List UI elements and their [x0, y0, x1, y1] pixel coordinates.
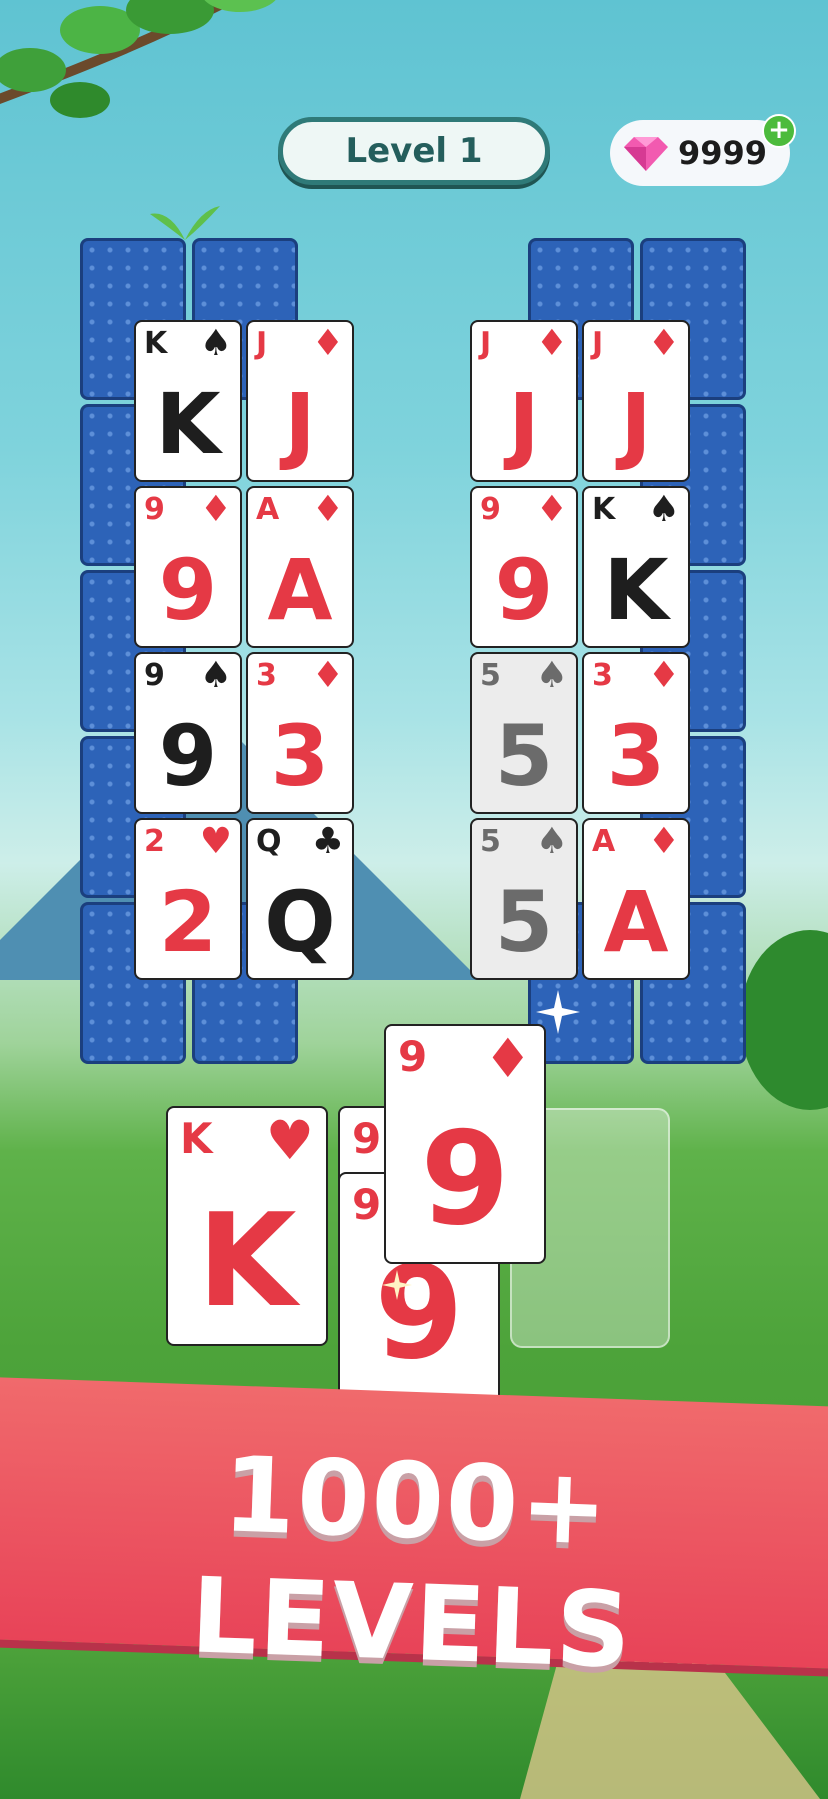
card-rank-large: 2 — [158, 873, 218, 971]
card-rank-large: Q — [264, 873, 336, 971]
card-rank: 3 — [592, 658, 613, 693]
sparkle-icon — [382, 1270, 412, 1300]
card-rank-large: K — [603, 541, 669, 639]
diamond-icon: ♦ — [199, 489, 232, 530]
card-rank-large: 9 — [494, 541, 554, 639]
card-rank: A — [256, 492, 280, 527]
sparkle-icon — [536, 990, 580, 1034]
playing-card[interactable]: 9 ♦ 9 — [134, 486, 242, 648]
spade-icon: ♠ — [647, 489, 680, 530]
diamond-icon: ♦ — [483, 1027, 532, 1090]
card-rank: 9 — [480, 492, 501, 527]
playing-card[interactable]: 2 ♥ 2 — [134, 818, 242, 980]
card-rank-large: 9 — [374, 1239, 464, 1388]
card-rank: 9 — [144, 658, 165, 693]
card-rank: 5 — [480, 658, 501, 693]
playing-card[interactable]: A ♦ A — [246, 486, 354, 648]
playing-card[interactable]: J ♦ J — [246, 320, 354, 482]
card-rank: K — [144, 326, 168, 361]
diamond-icon: ♦ — [647, 821, 680, 862]
card-rank: Q — [256, 824, 282, 859]
playing-card[interactable]: K ♠ K — [134, 320, 242, 482]
spade-icon: ♠ — [199, 655, 232, 696]
game-scene: Level 1 9999 + K ♠ K J ♦ J 9 ♦ 9 A ♦ A 9… — [0, 0, 828, 1799]
playing-card[interactable]: Q ♣ Q — [246, 818, 354, 980]
card-rank-large: 3 — [270, 707, 330, 805]
gem-count: 9999 — [678, 134, 768, 172]
playing-card[interactable]: 9 ♦ 9 — [470, 486, 578, 648]
card-rank: A — [592, 824, 616, 859]
gem-counter[interactable]: 9999 + — [610, 114, 796, 186]
card-rank: 5 — [480, 824, 501, 859]
card-rank: 9 — [352, 1114, 382, 1163]
card-rank: 2 — [144, 824, 165, 859]
stock-card[interactable]: K ♥ K — [166, 1106, 328, 1346]
card-rank-large: K — [155, 375, 221, 473]
spade-icon: ♠ — [535, 821, 568, 862]
level-label: Level 1 — [345, 131, 483, 171]
tree-scenery — [740, 930, 828, 1110]
playing-card[interactable]: J ♦ J — [470, 320, 578, 482]
card-rank-large: J — [284, 375, 316, 473]
add-gems-button[interactable]: + — [762, 114, 796, 148]
diamond-icon: ♦ — [647, 655, 680, 696]
diamond-icon: ♦ — [535, 489, 568, 530]
card-rank-large: 3 — [606, 707, 666, 805]
card-rank-large: J — [508, 375, 540, 473]
card-rank-large: J — [620, 375, 652, 473]
sprout-icon — [150, 206, 220, 240]
diamond-icon: ♦ — [647, 323, 680, 364]
card-rank-large: 9 — [158, 707, 218, 805]
playing-card[interactable]: K ♠ K — [582, 486, 690, 648]
card-rank: K — [592, 492, 616, 527]
card-rank: J — [480, 326, 492, 361]
card-rank: 9 — [398, 1032, 428, 1081]
playing-card[interactable]: J ♦ J — [582, 320, 690, 482]
card-rank-large: 5 — [494, 707, 554, 805]
card-rank-large: K — [197, 1187, 297, 1336]
playing-card[interactable]: 9 ♠ 9 — [134, 652, 242, 814]
club-icon: ♣ — [311, 821, 344, 862]
playing-card[interactable]: A ♦ A — [582, 818, 690, 980]
moving-card[interactable]: 9 ♦ 9 — [384, 1024, 546, 1264]
card-rank-large: 9 — [158, 541, 218, 639]
heart-icon: ♥ — [199, 821, 232, 862]
banner-text: 1000+ LEVELS — [188, 1433, 635, 1692]
card-rank: 9 — [144, 492, 165, 527]
diamond-icon: ♦ — [311, 323, 344, 364]
card-rank-large: 5 — [494, 873, 554, 971]
diamond-icon: ♦ — [311, 655, 344, 696]
gem-icon — [624, 137, 668, 171]
card-rank-large: 9 — [420, 1105, 510, 1254]
card-rank: 3 — [256, 658, 277, 693]
card-rank-large: A — [603, 873, 669, 971]
card-rank-large: A — [267, 541, 333, 639]
playing-card-locked: 5 ♠ 5 — [470, 818, 578, 980]
heart-icon: ♥ — [265, 1109, 314, 1172]
playing-card[interactable]: 3 ♦ 3 — [582, 652, 690, 814]
card-rank: J — [592, 326, 604, 361]
card-rank: J — [256, 326, 268, 361]
diamond-icon: ♦ — [535, 323, 568, 364]
spade-icon: ♠ — [199, 323, 232, 364]
level-indicator: Level 1 — [278, 117, 550, 185]
playing-card[interactable]: 3 ♦ 3 — [246, 652, 354, 814]
spade-icon: ♠ — [535, 655, 568, 696]
card-rank: 9 — [352, 1180, 382, 1229]
playing-card-locked: 5 ♠ 5 — [470, 652, 578, 814]
card-rank: K — [180, 1114, 213, 1163]
diamond-icon: ♦ — [311, 489, 344, 530]
